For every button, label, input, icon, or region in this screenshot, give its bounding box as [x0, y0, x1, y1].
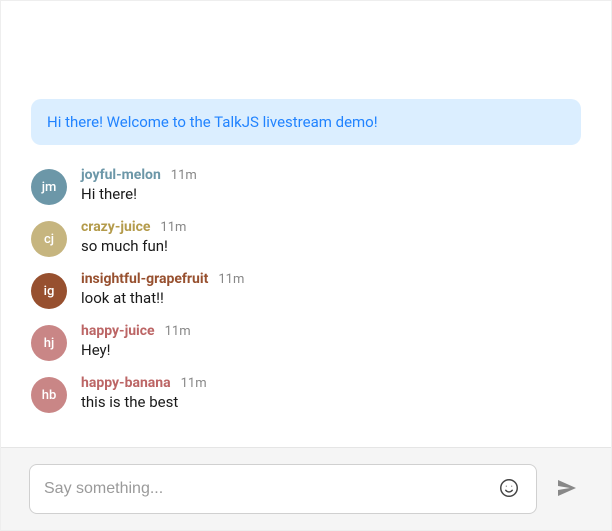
input-wrap[interactable]: [29, 464, 537, 514]
system-banner: Hi there! Welcome to the TalkJS livestre…: [31, 99, 581, 145]
message-text: Hey!: [81, 340, 581, 361]
message-header: joyful-melon 11m: [81, 167, 581, 183]
message-text: so much fun!: [81, 236, 581, 257]
username: insightful-grapefruit: [81, 271, 208, 287]
message-input[interactable]: [42, 479, 494, 499]
avatar: hj: [31, 325, 67, 361]
send-button[interactable]: [551, 472, 583, 507]
avatar: cj: [31, 221, 67, 257]
message-content: joyful-melon 11mHi there!: [81, 167, 581, 205]
timestamp: 11m: [171, 168, 197, 183]
message-row: hj happy-juice 11mHey!: [31, 323, 581, 361]
message-row: cj crazy-juice 11mso much fun!: [31, 219, 581, 257]
chat-window: Hi there! Welcome to the TalkJS livestre…: [0, 0, 612, 531]
username: joyful-melon: [81, 167, 161, 183]
timestamp: 11m: [165, 324, 191, 339]
username: crazy-juice: [81, 219, 150, 235]
avatar: ig: [31, 273, 67, 309]
message-text: look at that!!: [81, 288, 581, 309]
timestamp: 11m: [218, 272, 244, 287]
username: happy-juice: [81, 323, 155, 339]
message-row: hb happy-banana 11mthis is the best: [31, 375, 581, 413]
timestamp: 11m: [160, 220, 186, 235]
message-header: happy-banana 11m: [81, 375, 581, 391]
message-text: this is the best: [81, 392, 581, 413]
message-content: crazy-juice 11mso much fun!: [81, 219, 581, 257]
message-content: happy-juice 11mHey!: [81, 323, 581, 361]
emoji-button[interactable]: [494, 473, 524, 506]
message-row: jm joyful-melon 11mHi there!: [31, 167, 581, 205]
username: happy-banana: [81, 375, 171, 391]
system-banner-text: Hi there! Welcome to the TalkJS livestre…: [47, 113, 378, 131]
avatar: hb: [31, 377, 67, 413]
message-content: happy-banana 11mthis is the best: [81, 375, 581, 413]
timestamp: 11m: [181, 376, 207, 391]
message-content: insightful-grapefruit 11mlook at that!!: [81, 271, 581, 309]
emoji-icon: [498, 477, 520, 502]
message-text: Hi there!: [81, 184, 581, 205]
message-header: happy-juice 11m: [81, 323, 581, 339]
message-header: crazy-juice 11m: [81, 219, 581, 235]
avatar: jm: [31, 169, 67, 205]
messages-area: Hi there! Welcome to the TalkJS livestre…: [1, 1, 611, 447]
composer: [1, 447, 611, 530]
send-icon: [555, 476, 579, 503]
message-row: ig insightful-grapefruit 11mlook at that!!: [31, 271, 581, 309]
message-header: insightful-grapefruit 11m: [81, 271, 581, 287]
